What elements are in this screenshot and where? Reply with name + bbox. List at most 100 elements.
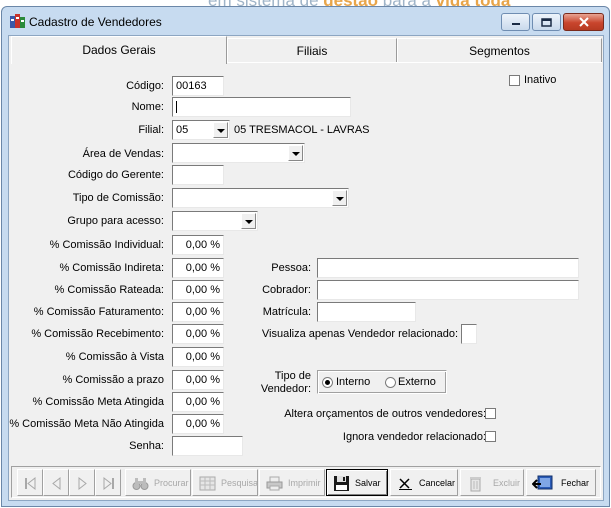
interno-radio[interactable] bbox=[322, 377, 333, 388]
minimize-button[interactable] bbox=[501, 13, 530, 31]
codigo-field[interactable]: 00163 bbox=[172, 76, 224, 96]
last-record-icon bbox=[103, 476, 114, 491]
comissao-vista-field[interactable]: 0,00 % bbox=[172, 347, 224, 367]
excluir-label: Excluir bbox=[493, 478, 521, 488]
maximize-button[interactable] bbox=[532, 13, 561, 31]
next-record-button[interactable] bbox=[69, 469, 95, 496]
tab-segmentos[interactable]: Segmentos bbox=[397, 38, 602, 63]
codigo-label: Código: bbox=[126, 80, 164, 92]
tab-divider bbox=[227, 62, 602, 63]
tipo-comissao-combo[interactable] bbox=[172, 188, 349, 208]
previous-record-button[interactable] bbox=[43, 469, 69, 496]
grupo-acesso-combo[interactable] bbox=[172, 211, 258, 231]
senha-field[interactable] bbox=[172, 436, 243, 456]
chevron-down-icon[interactable] bbox=[213, 122, 228, 138]
externo-radio[interactable] bbox=[385, 377, 396, 388]
pesquisa-button[interactable]: Pesquisa bbox=[192, 469, 258, 496]
vendor-registration-window: Cadastro de Vendedores Dados Gerais Fili… bbox=[1, 6, 610, 507]
cancelar-button[interactable]: Cancelar bbox=[390, 469, 458, 496]
comissao-individual-label: % Comissão Individual: bbox=[49, 239, 164, 251]
comissao-rateada-label: % Comissão Rateada: bbox=[54, 284, 164, 296]
minimize-icon bbox=[511, 23, 520, 25]
first-record-icon bbox=[25, 476, 36, 491]
externo-label: Externo bbox=[398, 376, 436, 388]
ignora-vendedor-checkbox[interactable] bbox=[485, 431, 496, 442]
visualiza-field[interactable] bbox=[461, 324, 477, 344]
comissao-faturamento-label: % Comissão Faturamento: bbox=[33, 306, 164, 318]
chevron-down-icon[interactable] bbox=[332, 190, 347, 206]
salvar-label: Salvar bbox=[355, 478, 381, 488]
tab-label: Segmentos bbox=[469, 44, 530, 58]
tab-label: Filiais bbox=[296, 44, 328, 58]
tab-filiais[interactable]: Filiais bbox=[227, 38, 397, 63]
window-title: Cadastro de Vendedores bbox=[29, 15, 162, 29]
codigo-gerente-label: Código do Gerente: bbox=[67, 169, 164, 181]
next-record-icon bbox=[78, 476, 87, 491]
tipo-vendedor-label-2: Vendedor: bbox=[260, 383, 311, 395]
altera-orcamentos-checkbox[interactable] bbox=[485, 408, 496, 419]
comissao-prazo-label: % Comissão a prazo bbox=[62, 374, 165, 386]
fechar-button[interactable]: Fechar bbox=[526, 469, 596, 496]
pessoa-field[interactable] bbox=[317, 258, 579, 278]
last-record-button[interactable] bbox=[95, 469, 121, 496]
action-toolbar: Procurar Pesquisa Imprimir Salvar Cancel… bbox=[11, 466, 601, 498]
nome-field[interactable] bbox=[172, 97, 351, 117]
cancel-x-icon bbox=[399, 478, 412, 490]
procurar-button[interactable]: Procurar bbox=[125, 469, 191, 496]
nome-label: Nome: bbox=[131, 101, 164, 113]
excluir-button[interactable]: Excluir bbox=[460, 469, 524, 496]
chevron-down-icon[interactable] bbox=[288, 145, 303, 161]
tipo-comissao-label: Tipo de Comissão: bbox=[72, 192, 164, 204]
grupo-acesso-label: Grupo para acesso: bbox=[67, 215, 164, 227]
comissao-recebimento-label: % Comissão Recebimento: bbox=[31, 328, 164, 340]
matricula-field[interactable] bbox=[317, 302, 416, 322]
comissao-indireta-label: % Comissão Indireta: bbox=[59, 262, 164, 274]
pesquisa-label: Pesquisa bbox=[221, 478, 259, 488]
comissao-individual-field[interactable]: 0,00 % bbox=[172, 235, 224, 255]
tab-dados-gerais[interactable]: Dados Gerais bbox=[11, 36, 227, 64]
comissao-nao-meta-field[interactable]: 0,00 % bbox=[172, 414, 224, 434]
comissao-meta-field[interactable]: 0,00 % bbox=[172, 392, 224, 412]
title-bar[interactable]: Cadastro de Vendedores bbox=[2, 7, 609, 34]
printer-icon bbox=[266, 476, 283, 491]
close-window-button[interactable] bbox=[563, 13, 604, 31]
area-vendas-label: Área de Vendas: bbox=[82, 148, 164, 160]
previous-record-icon bbox=[52, 476, 61, 491]
maximize-icon bbox=[541, 17, 552, 27]
filial-label: Filial: bbox=[138, 124, 164, 136]
area-vendas-combo[interactable] bbox=[172, 143, 305, 163]
trash-icon bbox=[470, 477, 481, 492]
grid-search-icon bbox=[199, 476, 216, 491]
inativo-checkbox[interactable] bbox=[509, 75, 520, 86]
fechar-label: Fechar bbox=[561, 478, 590, 488]
comissao-prazo-field[interactable]: 0,00 % bbox=[172, 370, 224, 390]
app-icon bbox=[10, 14, 25, 28]
comissao-faturamento-field[interactable]: 0,00 % bbox=[172, 302, 224, 322]
tipo-vendedor-group: Interno Externo bbox=[317, 370, 447, 394]
exit-door-icon bbox=[532, 475, 553, 490]
dialog-client-area: Dados Gerais Filiais Segmentos Código: 0… bbox=[8, 35, 604, 501]
senha-label: Senha: bbox=[129, 440, 164, 452]
first-record-button[interactable] bbox=[17, 469, 43, 496]
comissao-indireta-field[interactable]: 0,00 % bbox=[172, 258, 224, 278]
filial-description: 05 TRESMACOL - LAVRAS bbox=[234, 124, 370, 136]
ignora-vendedor-label: Ignora vendedor relacionado: bbox=[342, 431, 486, 443]
codigo-gerente-field[interactable] bbox=[172, 165, 224, 185]
comissao-recebimento-field[interactable]: 0,00 % bbox=[172, 324, 224, 344]
imprimir-button[interactable]: Imprimir bbox=[259, 469, 325, 496]
close-icon bbox=[578, 17, 589, 27]
visualiza-label: Visualiza apenas Vendedor relacionado: bbox=[261, 328, 458, 340]
cobrador-field[interactable] bbox=[317, 280, 579, 300]
comissao-vista-label: % Comissão à Vista bbox=[65, 351, 164, 363]
tab-label: Dados Gerais bbox=[82, 43, 156, 57]
comissao-rateada-field[interactable]: 0,00 % bbox=[172, 280, 224, 300]
cobrador-label: Cobrador: bbox=[262, 284, 311, 296]
pessoa-label: Pessoa: bbox=[271, 262, 311, 274]
filial-combo[interactable]: 05 bbox=[172, 120, 230, 140]
cancelar-label: Cancelar bbox=[419, 478, 456, 488]
altera-orcamentos-label: Altera orçamentos de outros vendedores: bbox=[284, 408, 486, 420]
procurar-label: Procurar bbox=[154, 478, 189, 488]
save-disk-icon bbox=[334, 476, 349, 491]
salvar-button[interactable]: Salvar bbox=[326, 469, 388, 496]
chevron-down-icon[interactable] bbox=[241, 213, 256, 229]
